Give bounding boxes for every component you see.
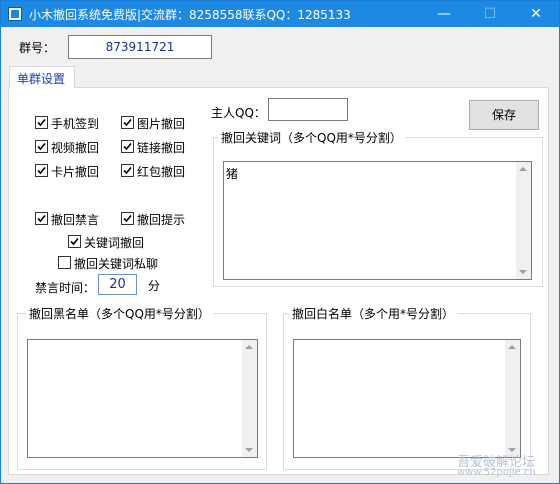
- phone-checkin-label: 手机签到: [51, 117, 100, 131]
- minimize-icon: —: [437, 6, 451, 22]
- tab-label: 单群设置: [17, 72, 66, 86]
- mute-time-unit: 分: [148, 279, 161, 293]
- tab-single-group-settings[interactable]: 单群设置: [9, 66, 75, 88]
- check-icon: [123, 118, 132, 127]
- owner-qq-label: 主人QQ：: [211, 106, 266, 120]
- minimize-button[interactable]: —: [421, 1, 467, 27]
- window-title: 小木撤回系统免费版|交流群：8258558联系QQ：1285133: [29, 8, 351, 22]
- save-button[interactable]: 保存: [469, 100, 539, 130]
- video-recall-label: 视频撤回: [51, 141, 100, 155]
- recall-mute-checkbox[interactable]: [35, 212, 48, 225]
- link-recall-checkbox[interactable]: [121, 140, 134, 153]
- close-button[interactable]: ✕: [513, 1, 559, 27]
- close-icon: ✕: [530, 6, 542, 22]
- mute-time-label: 禁言时间：: [35, 281, 96, 295]
- maximize-icon: ☐: [483, 6, 497, 22]
- scroll-down-icon[interactable]: [245, 448, 253, 452]
- scroll-down-icon[interactable]: [519, 270, 527, 274]
- app-icon: [8, 7, 22, 21]
- check-icon: [123, 214, 132, 223]
- blacklist-group-title: 撤回黑名单（多个QQ用*号分割）: [26, 305, 213, 322]
- check-icon: [123, 166, 132, 175]
- keyword-recall-checkbox[interactable]: [68, 235, 81, 248]
- keywords-textarea[interactable]: 猪: [223, 161, 532, 280]
- video-recall-checkbox[interactable]: [35, 140, 48, 153]
- redpacket-recall-checkbox[interactable]: [121, 164, 134, 177]
- whitelist-group-title: 撤回白名单（多个用*号分割）: [289, 305, 458, 322]
- owner-qq-input[interactable]: [268, 98, 348, 121]
- scroll-up-icon[interactable]: [519, 167, 527, 171]
- scroll-up-icon[interactable]: [508, 345, 516, 349]
- whitelist-textarea[interactable]: [293, 339, 521, 458]
- blacklist-scrollbar[interactable]: [242, 340, 257, 457]
- group-number-label: 群号：: [19, 41, 56, 55]
- save-button-label: 保存: [491, 108, 516, 122]
- watermark-line2: www.52pojie.cn: [457, 467, 536, 478]
- check-icon: [37, 166, 46, 175]
- keyword-recall-label: 关键词撤回: [84, 236, 145, 250]
- mute-time-value: 20: [109, 277, 126, 292]
- check-icon: [70, 237, 79, 246]
- group-number-value: 873911721: [105, 40, 175, 54]
- title-bar[interactable]: 小木撤回系统免费版|交流群：8258558联系QQ：1285133 — ☐ ✕: [1, 1, 559, 27]
- card-recall-label: 卡片撤回: [51, 165, 100, 179]
- keywords-group-title: 撤回关键词（多个QQ用*号分割）: [218, 129, 405, 146]
- scroll-up-icon[interactable]: [245, 345, 253, 349]
- check-icon: [37, 118, 46, 127]
- group-number-input[interactable]: 873911721: [68, 35, 212, 59]
- recall-notice-label: 撤回提示: [137, 213, 186, 227]
- recall-notice-checkbox[interactable]: [121, 212, 134, 225]
- keywords-scrollbar[interactable]: [516, 162, 531, 279]
- check-icon: [123, 142, 132, 151]
- whitelist-scrollbar[interactable]: [505, 340, 520, 457]
- image-recall-label: 图片撤回: [137, 117, 186, 131]
- keyword-private-checkbox[interactable]: [58, 256, 71, 269]
- blacklist-textarea[interactable]: [27, 339, 258, 458]
- main-window: 小木撤回系统免费版|交流群：8258558联系QQ：1285133 — ☐ ✕ …: [0, 0, 560, 484]
- keyword-private-label: 撤回关键词私聊: [74, 257, 159, 271]
- keywords-value: 猪: [226, 167, 239, 181]
- check-icon: [37, 142, 46, 151]
- maximize-button[interactable]: ☐: [467, 1, 513, 27]
- redpacket-recall-label: 红包撤回: [137, 165, 186, 179]
- card-recall-checkbox[interactable]: [35, 164, 48, 177]
- mute-time-input[interactable]: 20: [98, 274, 137, 295]
- phone-checkin-checkbox[interactable]: [35, 116, 48, 129]
- image-recall-checkbox[interactable]: [121, 116, 134, 129]
- link-recall-label: 链接撤回: [137, 141, 186, 155]
- check-icon: [37, 214, 46, 223]
- recall-mute-label: 撤回禁言: [51, 213, 100, 227]
